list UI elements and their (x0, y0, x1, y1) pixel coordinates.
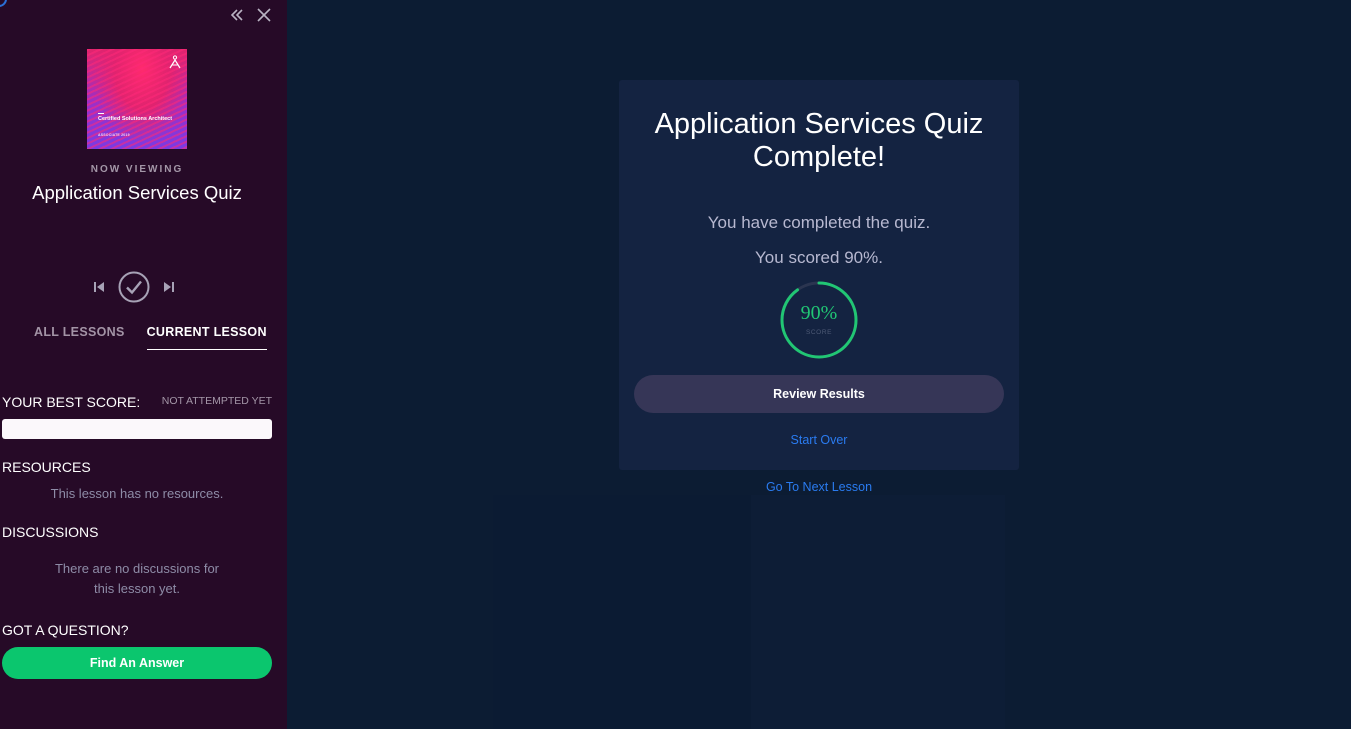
thumbnail-divider (98, 113, 104, 114)
course-thumbnail[interactable]: Certified Solutions Architect ASSOCIATE … (87, 49, 187, 149)
lesson-player-controls (92, 271, 176, 303)
find-answer-button[interactable]: Find An Answer (2, 647, 272, 679)
score-ring-value: 90% (800, 302, 838, 324)
corner-indicator-icon (0, 0, 7, 7)
tab-all-lessons[interactable]: ALL LESSONS (34, 325, 125, 350)
collapse-double-chevron-icon[interactable] (228, 6, 246, 24)
quiz-score-text: You scored 90%. (755, 248, 883, 267)
next-icon[interactable] (162, 280, 176, 294)
thumbnail-course-title: Certified Solutions Architect (98, 116, 173, 122)
quiz-complete-title-line2: Complete! (752, 141, 886, 173)
lesson-tabs: ALL LESSONS CURRENT LESSON (34, 325, 267, 350)
quiz-complete-title: Application Services Quiz Complete! (619, 108, 1019, 174)
background-panel (493, 495, 1005, 729)
tab-current-lesson[interactable]: CURRENT LESSON (146, 325, 267, 350)
discussions-heading: DISCUSSIONS (2, 524, 99, 540)
sidebar-top-controls (228, 6, 273, 24)
start-over-link[interactable]: Start Over (619, 433, 1019, 447)
resources-heading: RESOURCES (2, 459, 91, 475)
score-ring: 90% SCORE (780, 281, 858, 359)
resources-empty-message: This lesson has no resources. (50, 486, 224, 501)
brand-logo-icon (169, 55, 181, 69)
thumbnail-course-subtitle: ASSOCIATE 2019 (98, 133, 130, 137)
previous-icon[interactable] (92, 280, 106, 294)
question-heading: GOT A QUESTION? (2, 622, 129, 638)
close-icon[interactable] (255, 6, 273, 24)
discussions-empty-message-line1: There are no discussions for (54, 561, 220, 576)
best-score-status: NOT ATTEMPTED YET (161, 395, 272, 407)
next-lesson-link[interactable]: Go To Next Lesson (619, 480, 1019, 494)
lesson-sidebar: Certified Solutions Architect ASSOCIATE … (0, 0, 287, 729)
review-results-button[interactable]: Review Results (634, 375, 1004, 413)
lesson-title: Application Services Quiz (32, 182, 242, 203)
score-ring-caption: SCORE (805, 329, 833, 336)
best-score-progress-bar (2, 419, 272, 439)
quiz-complete-title-line1: Application Services Quiz (654, 108, 984, 140)
now-viewing-label: NOW VIEWING (90, 164, 184, 175)
complete-check-icon[interactable] (118, 271, 150, 303)
quiz-completed-text: You have completed the quiz. (707, 213, 931, 232)
quiz-complete-card: Application Services Quiz Complete! You … (619, 80, 1019, 470)
discussions-empty-message-line2: this lesson yet. (94, 581, 180, 596)
best-score-label: YOUR BEST SCORE: (2, 394, 141, 410)
